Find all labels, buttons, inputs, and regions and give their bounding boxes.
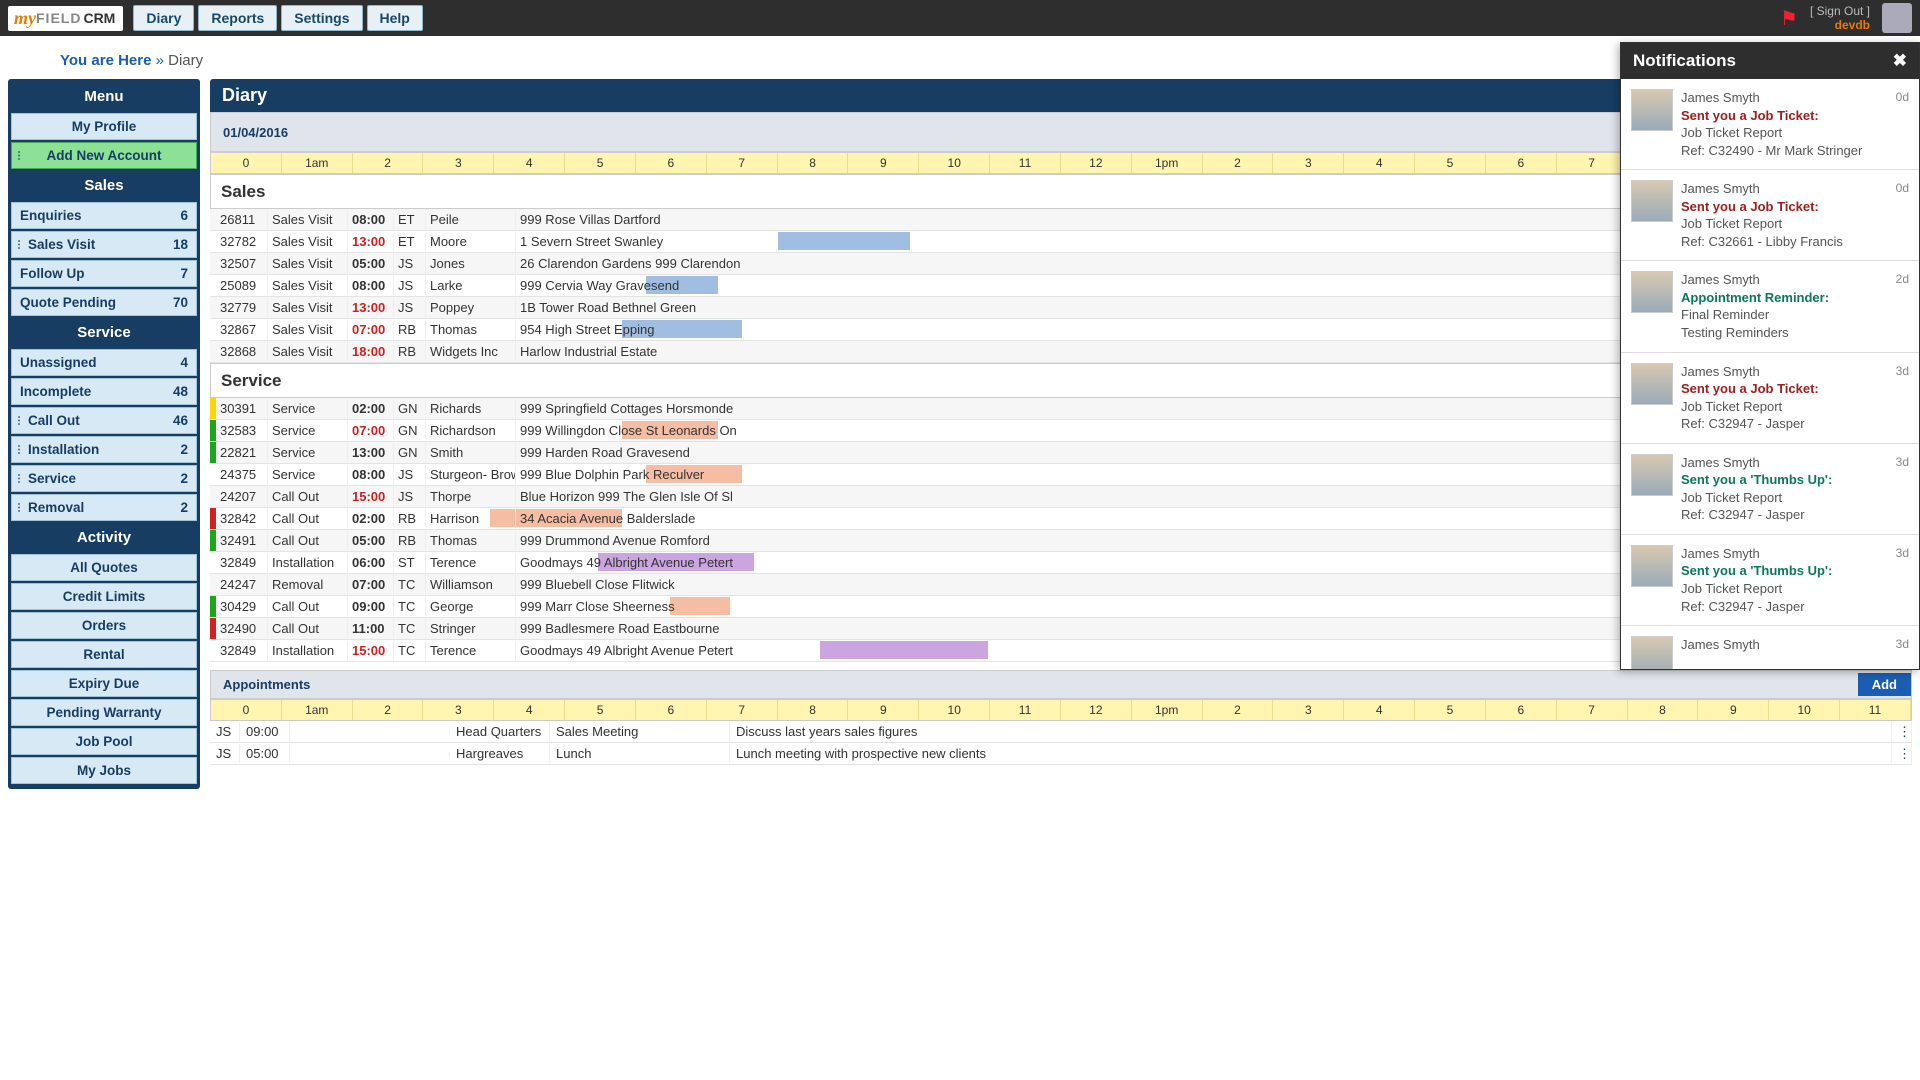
- sidebar-item[interactable]: Enquiries6: [11, 202, 197, 229]
- avatar: [1631, 271, 1673, 313]
- sidebar: Menu My Profile ⋮Add New Account Sales E…: [8, 79, 200, 795]
- logo: myFIELDCRM: [8, 6, 123, 31]
- avatar: [1631, 454, 1673, 496]
- user-avatar[interactable]: [1882, 3, 1912, 33]
- appointments-timeline: 01am234567891011121pm234567891011: [210, 699, 1912, 721]
- sidebar-item[interactable]: Job Pool: [11, 728, 197, 755]
- nav-reports[interactable]: Reports: [198, 5, 277, 31]
- sidebar-item[interactable]: My Jobs: [11, 757, 197, 784]
- flag-icon[interactable]: ⚑: [1780, 6, 1798, 31]
- row-menu-icon[interactable]: ⋮: [1892, 722, 1912, 742]
- signout-block: [ Sign Out ] devdb: [1810, 4, 1870, 33]
- avatar: [1631, 180, 1673, 222]
- sidebar-sales-title: Sales: [11, 171, 197, 200]
- avatar: [1631, 363, 1673, 405]
- sidebar-item[interactable]: ⋮Service2: [11, 465, 197, 492]
- notification-item[interactable]: James Smyth3d: [1621, 626, 1919, 669]
- avatar: [1631, 89, 1673, 131]
- sidebar-item[interactable]: Follow Up7: [11, 260, 197, 287]
- appointments-title: Appointments: [211, 671, 1858, 698]
- notifications-title: Notifications: [1633, 51, 1736, 71]
- sign-out-link[interactable]: [ Sign Out ]: [1810, 4, 1870, 18]
- sidebar-item[interactable]: Pending Warranty: [11, 699, 197, 726]
- avatar: [1631, 636, 1673, 669]
- db-name: devdb: [1810, 18, 1870, 32]
- appointment-row[interactable]: JS05:00HargreavesLunchLunch meeting with…: [210, 743, 1912, 765]
- sidebar-service-title: Service: [11, 318, 197, 347]
- sidebar-item[interactable]: ⋮Removal2: [11, 494, 197, 521]
- breadcrumb-current: Diary: [168, 52, 203, 69]
- sidebar-item[interactable]: ⋮Call Out46: [11, 407, 197, 434]
- sidebar-item[interactable]: Unassigned4: [11, 349, 197, 376]
- nav-help[interactable]: Help: [367, 5, 423, 31]
- sidebar-item[interactable]: Expiry Due: [11, 670, 197, 697]
- sidebar-item[interactable]: Credit Limits: [11, 583, 197, 610]
- appointments-header: Appointments Add: [210, 670, 1912, 699]
- my-profile-button[interactable]: My Profile: [11, 113, 197, 140]
- notification-item[interactable]: James Smyth3dSent you a 'Thumbs Up':Job …: [1621, 535, 1919, 626]
- notification-item[interactable]: James Smyth3dSent you a 'Thumbs Up':Job …: [1621, 444, 1919, 535]
- add-new-account-button[interactable]: ⋮Add New Account: [11, 142, 197, 169]
- sidebar-item[interactable]: All Quotes: [11, 554, 197, 581]
- service-section-title: Service: [221, 371, 282, 391]
- breadcrumb-here: You are Here: [60, 52, 151, 69]
- breadcrumb-arrow-icon: »: [156, 52, 164, 69]
- close-icon[interactable]: ✖: [1893, 51, 1907, 71]
- logo-field: FIELD: [36, 10, 81, 26]
- sidebar-item[interactable]: Quote Pending70: [11, 289, 197, 316]
- topbar: myFIELDCRM DiaryReportsSettingsHelp ⚑ [ …: [0, 0, 1920, 36]
- notifications-panel: Notifications ✖ James Smyth0dSent you a …: [1620, 42, 1920, 670]
- sidebar-item[interactable]: ⋮Sales Visit18: [11, 231, 197, 258]
- nav-diary[interactable]: Diary: [133, 5, 194, 31]
- diary-date: 01/04/2016: [223, 125, 288, 140]
- logo-crm: CRM: [81, 10, 117, 26]
- logo-my: my: [14, 8, 36, 29]
- add-appointment-button[interactable]: Add: [1858, 673, 1911, 696]
- top-nav: DiaryReportsSettingsHelp: [133, 5, 423, 31]
- sidebar-menu-title: Menu: [11, 82, 197, 111]
- avatar: [1631, 545, 1673, 587]
- notification-item[interactable]: James Smyth2dAppointment Reminder:Final …: [1621, 261, 1919, 352]
- nav-settings[interactable]: Settings: [281, 5, 362, 31]
- sidebar-item[interactable]: Incomplete48: [11, 378, 197, 405]
- notification-item[interactable]: James Smyth0dSent you a Job Ticket:Job T…: [1621, 170, 1919, 261]
- appointment-row[interactable]: JS09:00Head QuartersSales MeetingDiscuss…: [210, 721, 1912, 743]
- notification-item[interactable]: James Smyth3dSent you a Job Ticket:Job T…: [1621, 353, 1919, 444]
- sidebar-item[interactable]: Orders: [11, 612, 197, 639]
- sidebar-activity-title: Activity: [11, 523, 197, 552]
- sidebar-item[interactable]: Rental: [11, 641, 197, 668]
- sidebar-item[interactable]: ⋮Installation2: [11, 436, 197, 463]
- notification-item[interactable]: James Smyth0dSent you a Job Ticket:Job T…: [1621, 79, 1919, 170]
- sales-section-title: Sales: [221, 182, 265, 202]
- row-menu-icon[interactable]: ⋮: [1892, 744, 1912, 764]
